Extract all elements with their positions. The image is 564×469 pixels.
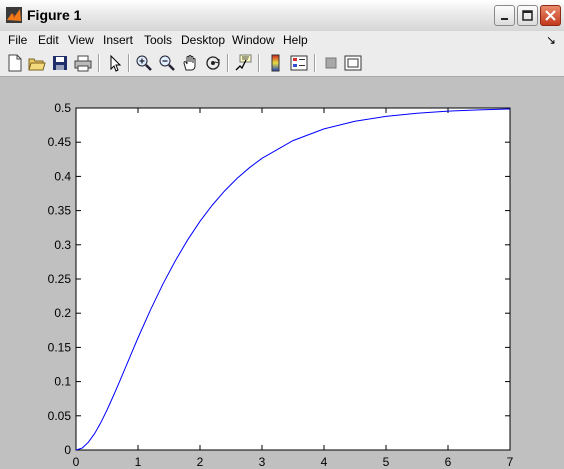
matlab-app-icon [6,7,22,23]
zoom-out-icon[interactable] [158,54,176,72]
menu-view[interactable]: View [68,33,94,47]
edit-plot-arrow-icon[interactable] [106,54,124,72]
toolbar-separator [314,54,316,72]
menu-help[interactable]: Help [283,33,308,47]
open-file-icon[interactable] [28,54,46,72]
x-tick-label: 0 [73,455,80,469]
x-tick-label: 3 [259,455,266,469]
figure-toolbar [0,50,564,77]
y-tick-label: 0.4 [54,169,71,183]
axes-box [75,107,511,451]
show-plot-tools-icon[interactable] [344,54,362,72]
y-tick-label: 0.15 [48,340,72,354]
data-cursor-icon[interactable] [234,54,252,72]
y-tick-label: 0.3 [54,238,71,252]
y-tick-label: 0.45 [48,135,72,149]
figure-canvas[interactable]: 0 0.05 0.1 0.15 0.2 0.25 0.3 0.35 0.4 0.45 0.5 0 1 2 3… [0,77,564,469]
y-tick-label: 0.1 [54,375,71,389]
x-tick-label: 4 [321,455,328,469]
menu-file[interactable]: File [8,33,27,47]
window-title-bar[interactable]: Figure 1 [0,0,564,32]
y-tick-label: 0.2 [54,306,71,320]
new-figure-icon[interactable] [6,54,24,72]
legend-icon[interactable] [290,54,308,72]
toolbar-separator [227,54,229,72]
menu-window[interactable]: Window [232,33,275,47]
toolbar-separator [258,54,260,72]
menu-desktop[interactable]: Desktop [181,33,225,47]
y-tick-label: 0 [64,443,71,457]
pan-hand-icon[interactable] [181,54,199,72]
y-tick-label: 0.5 [54,101,71,115]
menu-overflow-arrow-icon[interactable]: ↘ [546,33,556,47]
x-tick-label: 1 [135,455,142,469]
rotate-3d-icon[interactable] [204,54,222,72]
minimize-button[interactable] [494,5,515,26]
maximize-button[interactable] [517,5,538,26]
maximize-icon [522,10,533,21]
x-tick-label: 7 [507,455,514,469]
toolbar-separator [128,54,130,72]
print-icon[interactable] [74,54,92,72]
line-plot[interactable]: 0 0.05 0.1 0.15 0.2 0.25 0.3 0.35 0.4 0.45 0.5 0 1 2 3… [0,77,564,469]
toolbar-separator [98,54,100,72]
menu-bar: File Edit View Insert Tools Desktop Wind… [0,31,564,50]
close-icon [545,10,556,21]
save-icon[interactable] [51,54,69,72]
menu-edit[interactable]: Edit [38,33,59,47]
y-tick-label: 0.25 [48,272,72,286]
x-tick-label: 2 [197,455,204,469]
zoom-in-icon[interactable] [135,54,153,72]
close-button[interactable] [540,5,561,26]
minimize-icon [501,18,508,20]
hide-plot-tools-icon[interactable] [322,54,340,72]
window-title: Figure 1 [27,7,82,23]
menu-insert[interactable]: Insert [103,33,133,47]
y-tick-label: 0.35 [48,204,72,218]
x-tick-label: 5 [383,455,390,469]
menu-tools[interactable]: Tools [144,33,172,47]
y-tick-label: 0.05 [48,409,72,423]
x-tick-label: 6 [445,455,452,469]
colorbar-icon[interactable] [267,54,285,72]
